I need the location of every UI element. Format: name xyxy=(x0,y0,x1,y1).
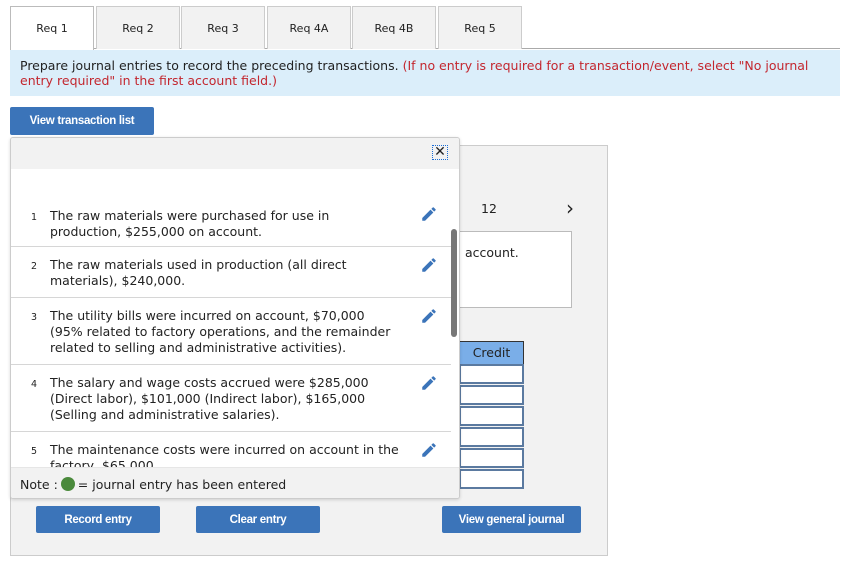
edit-pencil-icon[interactable] xyxy=(420,205,438,223)
list-item[interactable]: 4 The salary and wage costs accrued were… xyxy=(11,365,451,432)
green-dot-icon xyxy=(60,477,75,491)
item-text: The salary and wage costs accrued were $… xyxy=(50,375,369,422)
item-text: The raw materials were purchased for use… xyxy=(50,208,330,239)
instructions-banner: Prepare journal entries to record the pr… xyxy=(10,50,840,96)
legend-note: Note : = journal entry has been entered xyxy=(11,467,459,498)
view-general-journal-button[interactable]: View general journal xyxy=(442,506,581,533)
credit-input[interactable] xyxy=(459,385,524,405)
scrollbar[interactable] xyxy=(451,229,457,337)
description-text: account. xyxy=(465,245,519,260)
tab-req-3[interactable]: Req 3 xyxy=(181,6,265,49)
tab-req-4b[interactable]: Req 4B xyxy=(352,6,436,49)
tab-req-2[interactable]: Req 2 xyxy=(96,6,180,49)
credit-input[interactable] xyxy=(459,448,524,468)
credit-input[interactable] xyxy=(459,427,524,447)
list-item[interactable]: 2 The raw materials used in production (… xyxy=(11,247,451,298)
credit-input[interactable] xyxy=(459,406,524,426)
credit-input[interactable] xyxy=(459,469,524,489)
close-icon[interactable]: ✕ xyxy=(432,145,448,160)
clear-entry-button[interactable]: Clear entry xyxy=(196,506,320,533)
transaction-description: account. xyxy=(455,231,572,308)
transaction-list-popover: ✕ 1 The raw materials were purchased for… xyxy=(10,137,460,499)
chevron-right-icon[interactable]: › xyxy=(566,196,574,220)
item-text: The raw materials used in production (al… xyxy=(50,257,347,288)
view-transaction-list-button[interactable]: View transaction list xyxy=(10,107,154,135)
item-text: The maintenance costs were incurred on a… xyxy=(50,442,399,467)
list-item[interactable]: 5 The maintenance costs were incurred on… xyxy=(11,432,451,467)
note-text: = journal entry has been entered xyxy=(77,477,287,492)
tab-req-5[interactable]: Req 5 xyxy=(438,6,522,49)
item-number: 2 xyxy=(31,261,38,272)
tab-req-4a[interactable]: Req 4A xyxy=(267,6,351,49)
page-number: 12 xyxy=(481,201,497,216)
item-number: 1 xyxy=(31,212,38,223)
list-item[interactable]: 3 The utility bills were incurred on acc… xyxy=(11,298,451,365)
edit-pencil-icon[interactable] xyxy=(420,441,438,459)
tab-req-1[interactable]: Req 1 xyxy=(10,6,94,50)
transaction-list: 1 The raw materials were purchased for u… xyxy=(11,169,459,467)
edit-pencil-icon[interactable] xyxy=(420,374,438,392)
tab-bar: Req 1 Req 2 Req 3 Req 4A Req 4B Req 5 xyxy=(10,6,840,50)
item-text: The utility bills were incurred on accou… xyxy=(50,308,391,355)
item-number: 3 xyxy=(31,312,38,323)
instructions-text: Prepare journal entries to record the pr… xyxy=(20,58,399,73)
edit-pencil-icon[interactable] xyxy=(420,307,438,325)
item-number: 5 xyxy=(31,446,38,457)
edit-pencil-icon[interactable] xyxy=(420,256,438,274)
item-number: 4 xyxy=(31,379,38,390)
credit-header: Credit xyxy=(459,341,524,365)
record-entry-button[interactable]: Record entry xyxy=(36,506,160,533)
credit-input[interactable] xyxy=(459,364,524,384)
list-item[interactable]: 1 The raw materials were purchased for u… xyxy=(11,169,451,247)
note-label: Note : xyxy=(20,477,58,492)
popover-header xyxy=(11,138,459,169)
